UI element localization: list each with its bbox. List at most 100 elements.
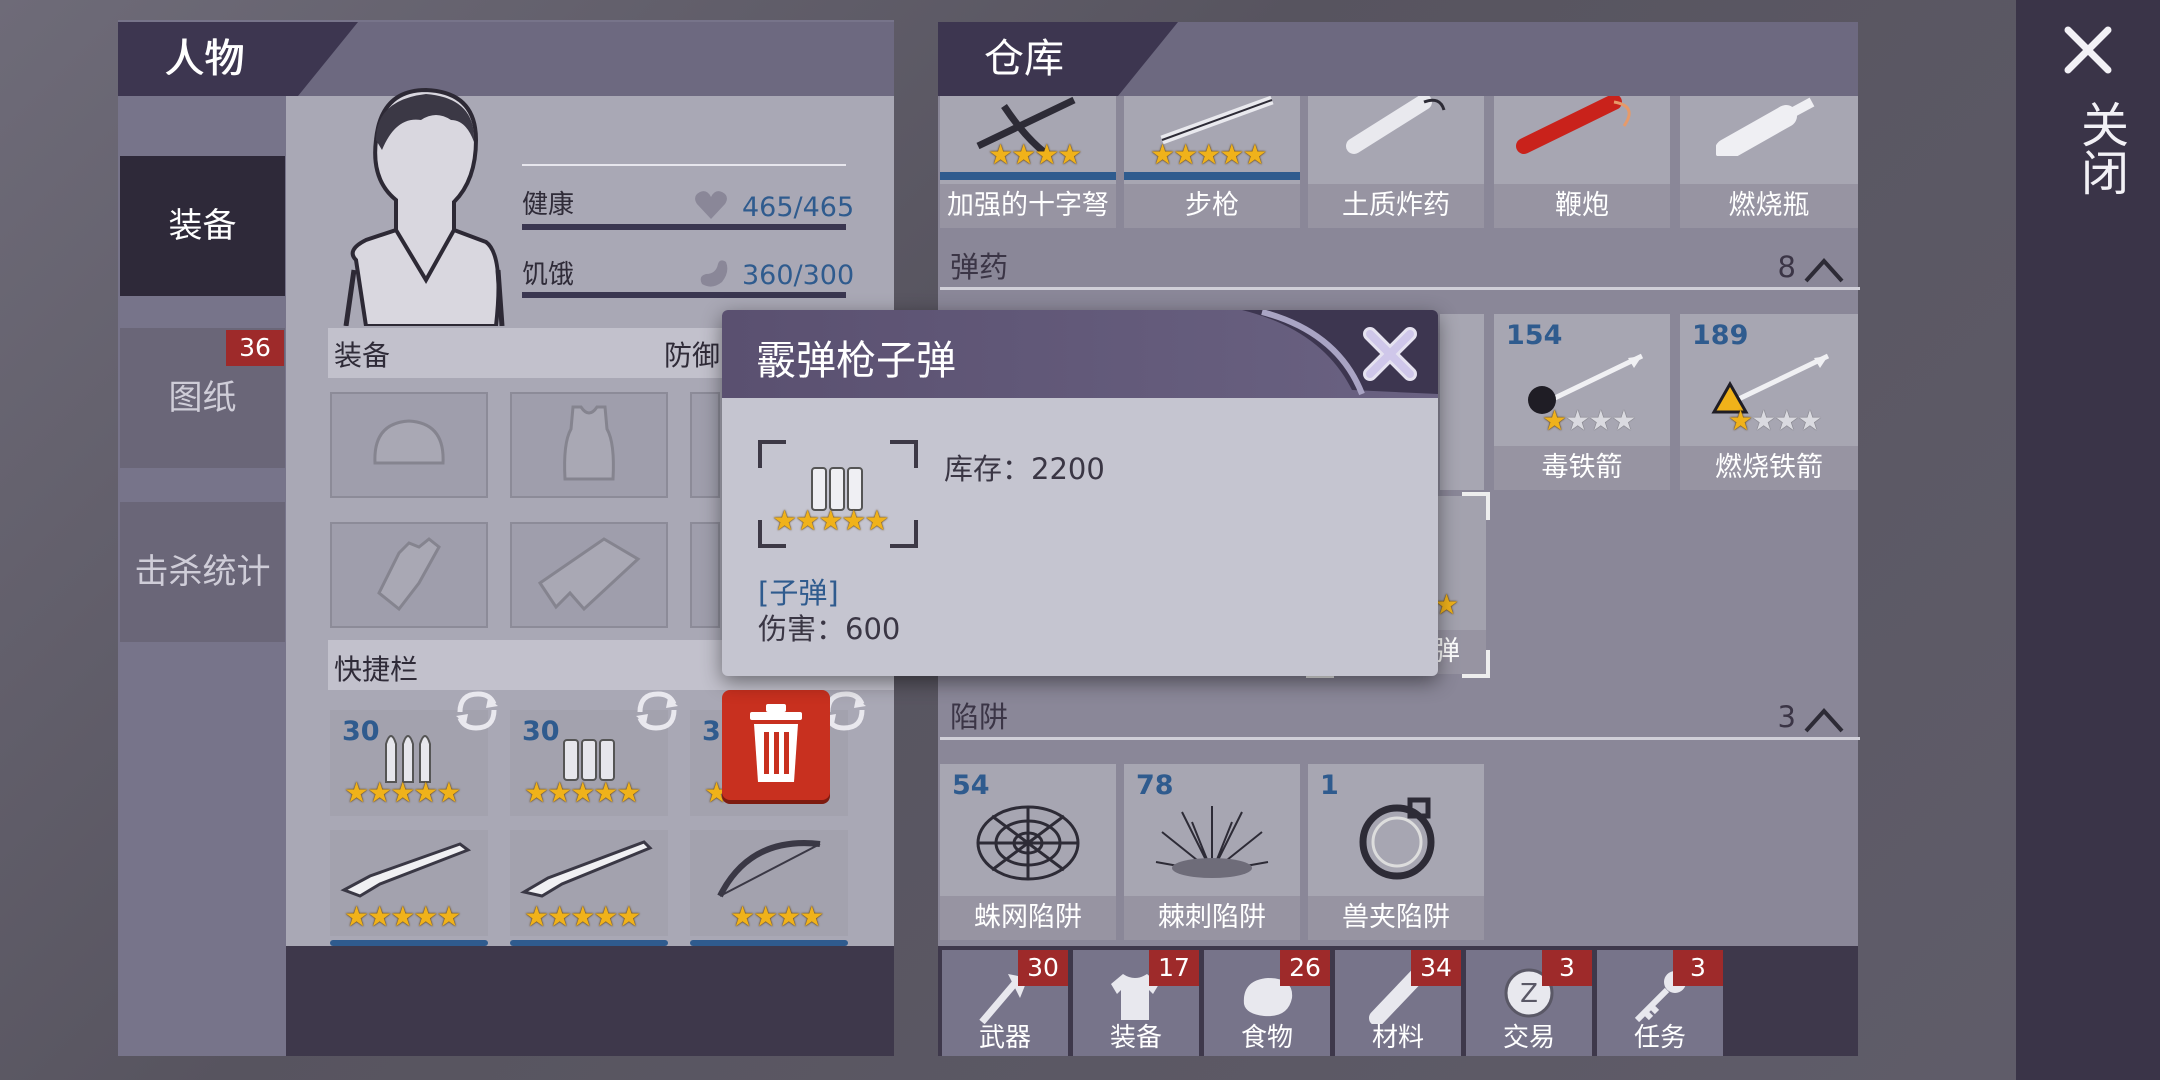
rating-stars: ★★★★ [1728,404,1822,437]
health-value: 465/465 [742,192,855,223]
chevron-up-icon [1802,702,1846,748]
category-trade[interactable]: Z 3 交易 [1466,950,1592,1056]
item-label: 兽夹陷阱 [1308,896,1484,940]
item-count: 54 [952,770,990,801]
selection-corner [1462,650,1490,678]
item-label: 加强的十字弩 [940,184,1116,228]
category-badge: 26 [1280,950,1330,986]
item-tile[interactable]: 鞭炮 [1494,94,1670,228]
accessory-slot[interactable] [690,392,720,498]
rating-stars: ★★★★ [730,900,824,933]
item-count: 189 [1692,320,1749,351]
health-label: 健康 [522,190,575,220]
spike-trap-tile[interactable]: 78 棘刺陷阱 [1124,764,1300,940]
category-label: 武器 [978,1023,1031,1053]
category-weapons[interactable]: 30 武器 [942,950,1068,1056]
category-label: 装备 [1109,1023,1162,1053]
character-portrait [326,80,511,328]
chevron-up-icon [1802,252,1846,298]
item-label: 鞭炮 [1494,184,1670,228]
swap-icon[interactable] [452,686,502,736]
category-label: 食物 [1240,1023,1293,1053]
legs-slot[interactable] [510,522,668,628]
delete-button[interactable] [722,690,830,800]
quickbar-slot-6[interactable]: ★★★★ [690,830,848,946]
category-badge: 3 [1673,950,1723,986]
close-x-icon [1363,327,1417,381]
durability-bar [940,172,1116,180]
close-icon [2062,24,2114,80]
item-count: 154 [1506,320,1563,351]
category-badge: 3 [1542,950,1592,986]
tab-blueprints-label: 图纸 [168,378,237,418]
quickbar-slot-5[interactable]: ★★★★★ [510,830,668,946]
vest-icon [559,403,619,487]
character-panel-footer [286,946,894,1056]
quickbar-slot-4[interactable]: ★★★★★ [330,830,488,946]
tab-equipment[interactable]: 装备 [120,156,285,296]
category-materials[interactable]: 34 材料 [1335,950,1461,1056]
category-badge: 17 [1149,950,1199,986]
item-label: 蛛网陷阱 [940,896,1116,940]
swap-icon[interactable] [632,686,682,736]
portrait-divider [522,164,846,166]
warehouse-title: 仓库 [984,36,1064,82]
close-label: 关闭 [2072,100,2128,196]
item-tile[interactable]: ★★★★★ 步枪 [1124,95,1300,228]
category-label: 任务 [1633,1023,1686,1053]
poison-arrow-tile[interactable]: 154 ★★★★ 毒铁箭 [1494,314,1670,490]
item-label: 土质炸药 [1308,184,1484,228]
category-label: 材料 [1371,1023,1424,1053]
tab-kill-stats-label: 击杀统计 [134,552,271,592]
rating-stars: ★★★★★ [524,776,642,809]
item-label: 棘刺陷阱 [1124,896,1300,940]
head-slot[interactable] [330,392,488,498]
molotov-icon [1715,96,1826,161]
bear-trap-tile[interactable]: 1 兽夹陷阱 [1308,764,1484,940]
firecracker-icon [1514,94,1644,160]
popup-title: 霰弹枪子弹 [756,338,956,384]
rating-stars: ★★★★★ [524,900,642,933]
category-equipment[interactable]: 17 装备 [1073,950,1199,1056]
ammo-tile-partial[interactable] [1440,314,1484,490]
fire-arrow-tile[interactable]: 189 ★★★★ 燃烧铁箭 [1680,314,1858,490]
popup-stock: 库存：2200 [944,452,1105,486]
traps-section-header[interactable]: 陷阱 3 [940,694,1860,740]
helmet-icon [369,413,449,477]
hunger-label: 饥饿 [522,260,575,290]
traps-section-count: 3 [1777,700,1796,734]
ammo-section-header[interactable]: 弹药 8 [940,244,1860,290]
rating-stars: ★★★★ [1542,404,1636,437]
traps-section-label: 陷阱 [950,700,1009,734]
category-badge: 30 [1018,950,1068,986]
dynamite-icon [1344,94,1454,160]
body-slot[interactable] [510,392,668,498]
feet-slot[interactable] [690,522,720,628]
frame-corner [890,440,918,468]
item-tile[interactable]: ★★★★ 加强的十字弩 [940,96,1116,228]
item-detail-popup: 霰弹枪子弹 ★★★★★ 库存：2200 [子弹] 伤害：600 [722,310,1438,676]
quickbar-label: 快捷栏 [334,653,419,686]
blueprints-badge: 36 [226,330,284,366]
durability-bar [510,940,668,946]
web-trap-tile[interactable]: 54 蛛网陷阱 [940,764,1116,940]
hunger-value: 360/300 [742,260,855,291]
popup-close-button[interactable] [1352,316,1428,392]
stomach-icon [696,258,730,288]
tab-equipment-label: 装备 [168,206,237,246]
category-food[interactable]: 26 食物 [1204,950,1330,1056]
item-tile[interactable]: 燃烧瓶 [1680,96,1858,228]
spikes-icon [1152,802,1272,886]
item-label: 步枪 [1124,184,1300,228]
hands-slot[interactable] [330,522,488,628]
item-tile[interactable]: 土质炸药 [1308,94,1484,228]
item-count: 78 [1136,770,1174,801]
rating-stars: ★★★★★ [344,900,462,933]
frame-corner [890,520,918,548]
tab-kill-stats[interactable]: 击杀统计 [120,502,285,642]
close-button[interactable]: 关闭 [2050,20,2128,220]
category-badge: 34 [1411,950,1461,986]
rating-stars: ★★★★★ [772,504,890,537]
item-label: 燃烧铁箭 [1680,446,1858,490]
category-quests[interactable]: 3 任务 [1597,950,1723,1056]
